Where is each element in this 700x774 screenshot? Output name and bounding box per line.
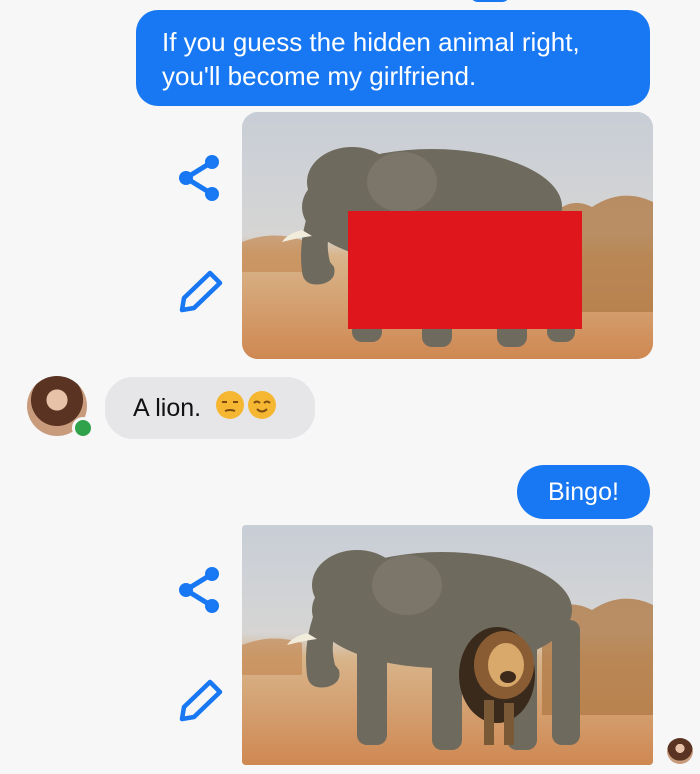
unamused-face-icon bbox=[215, 390, 245, 427]
message-text: A lion. bbox=[133, 393, 202, 422]
relieved-face-icon bbox=[247, 390, 277, 427]
incoming-message-bubble[interactable]: A lion. bbox=[105, 377, 315, 439]
shared-photo-redacted[interactable] bbox=[242, 112, 653, 359]
message-text: If you guess the hidden animal right, yo… bbox=[162, 27, 580, 91]
outgoing-message-bubble[interactable]: If you guess the hidden animal right, yo… bbox=[136, 10, 650, 106]
read-receipt-avatar bbox=[667, 738, 693, 764]
edit-pencil-icon[interactable] bbox=[174, 268, 224, 318]
red-redaction-box bbox=[348, 211, 582, 329]
share-icon[interactable] bbox=[176, 154, 224, 202]
share-icon[interactable] bbox=[176, 566, 224, 614]
previous-message-edge bbox=[470, 0, 510, 2]
outgoing-message-bubble[interactable]: Bingo! bbox=[517, 465, 650, 519]
edit-pencil-icon[interactable] bbox=[174, 677, 224, 727]
shared-photo-revealed[interactable] bbox=[242, 525, 653, 765]
message-text: Bingo! bbox=[548, 478, 619, 506]
online-status-dot bbox=[72, 417, 94, 439]
